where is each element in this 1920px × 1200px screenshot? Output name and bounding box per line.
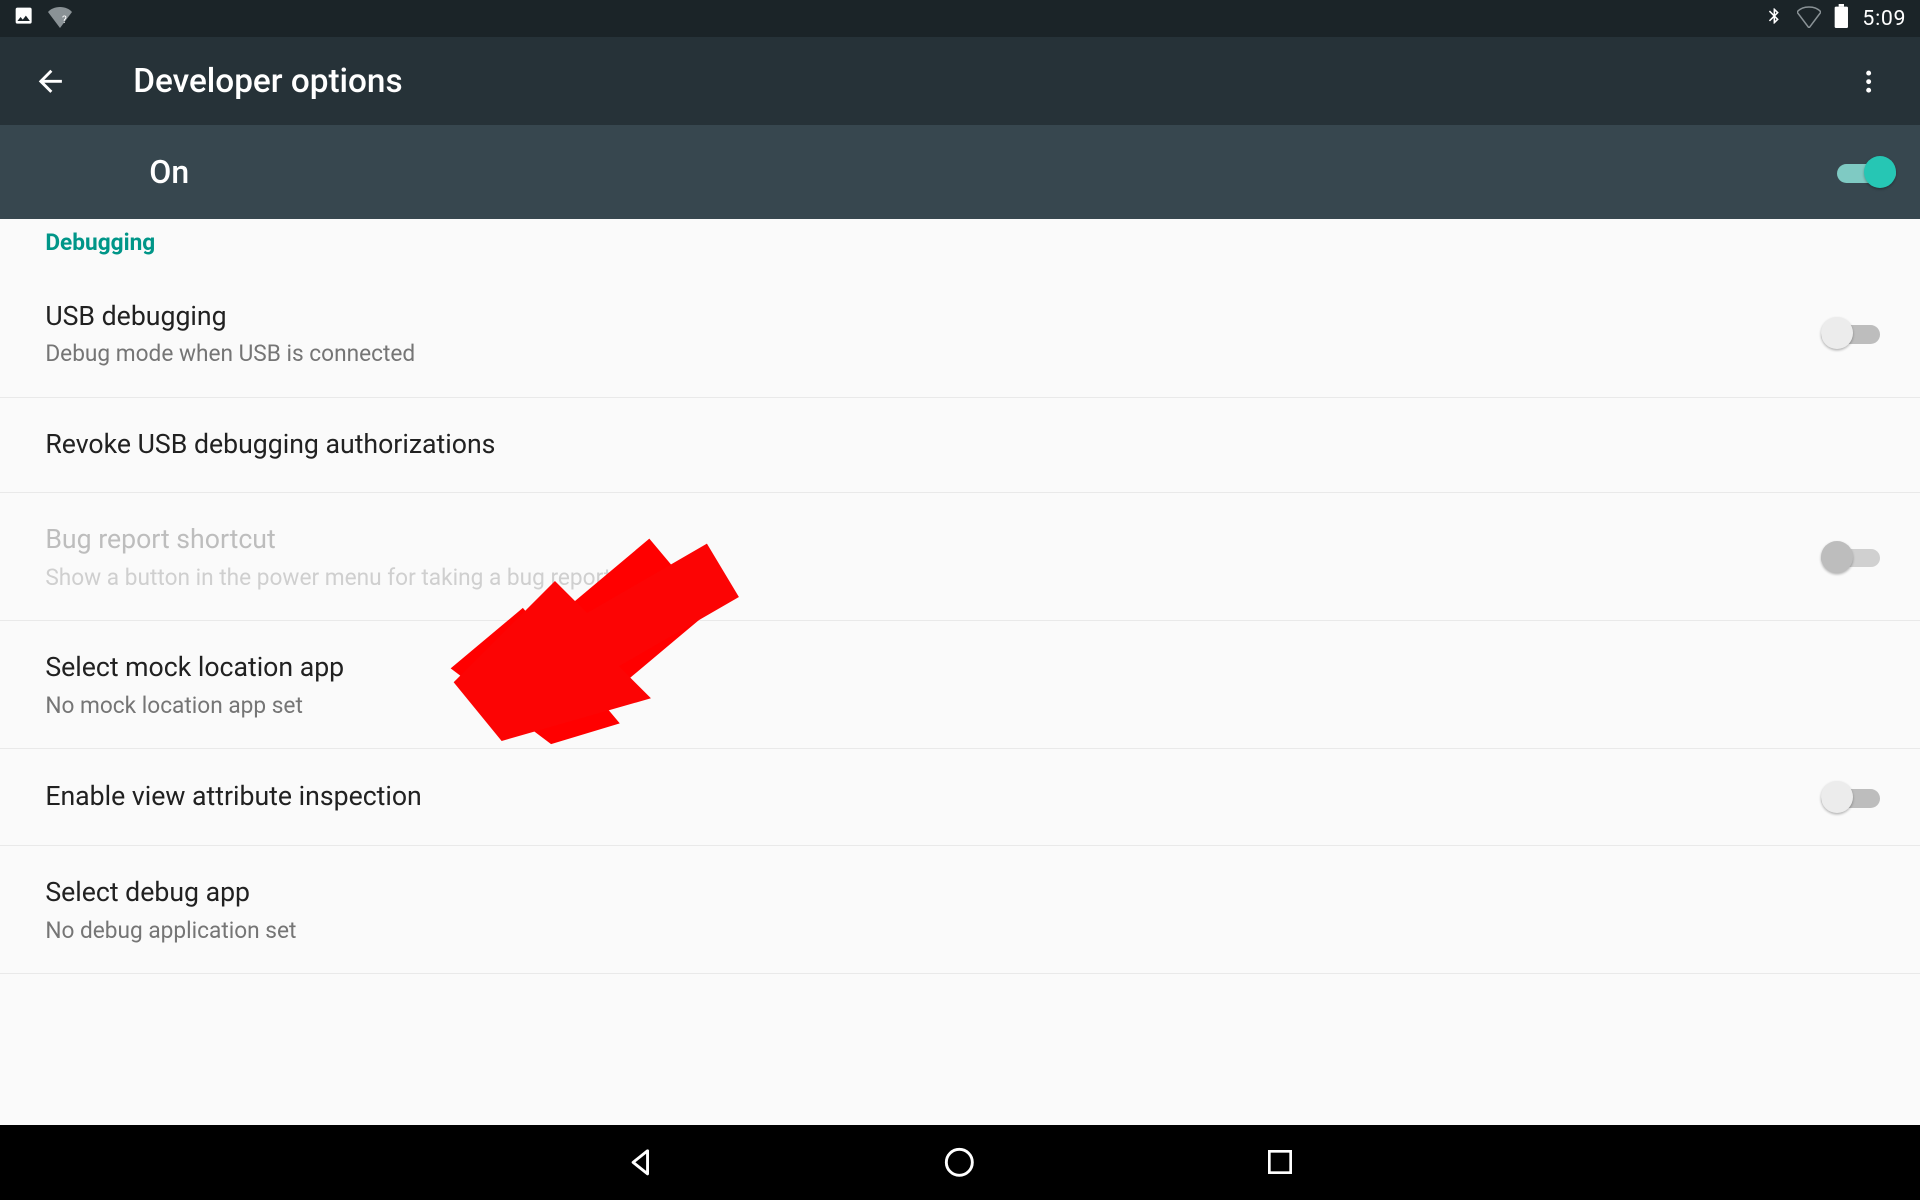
row-usb-debugging[interactable]: USB debugging Debug mode when USB is con… — [0, 270, 1920, 398]
row-title: Bug report shortcut — [45, 522, 1821, 558]
bluetooth-icon — [1765, 4, 1784, 33]
page-title: Developer options — [133, 62, 1837, 101]
status-bar: ? 5:09 — [0, 0, 1920, 37]
back-button[interactable] — [19, 49, 83, 113]
bug-report-switch — [1821, 538, 1880, 575]
row-placeholder — [0, 974, 1920, 1054]
image-icon — [13, 5, 34, 31]
row-view-attr-inspection[interactable]: Enable view attribute inspection — [0, 749, 1920, 846]
navigation-bar — [0, 1125, 1920, 1200]
svg-text:?: ? — [62, 15, 67, 26]
wifi-empty-icon — [1797, 4, 1821, 33]
circle-home-icon — [942, 1145, 977, 1180]
wifi-question-icon: ? — [48, 4, 72, 33]
battery-icon — [1834, 4, 1849, 33]
master-toggle-row[interactable]: On — [0, 125, 1920, 218]
row-title: Select mock location app — [45, 650, 1879, 686]
arrow-back-icon — [33, 64, 68, 99]
row-subtitle: Show a button in the power menu for taki… — [45, 564, 1821, 591]
row-subtitle: No mock location app set — [45, 692, 1879, 719]
section-header-debugging: Debugging — [0, 219, 1920, 270]
usb-debugging-switch[interactable] — [1821, 314, 1880, 351]
action-bar: Developer options — [0, 37, 1920, 125]
master-switch[interactable] — [1837, 153, 1896, 190]
overflow-menu-button[interactable] — [1837, 49, 1901, 113]
square-recents-icon — [1264, 1146, 1296, 1178]
row-select-debug-app[interactable]: Select debug app No debug application se… — [0, 846, 1920, 974]
row-subtitle: No debug application set — [45, 917, 1879, 944]
nav-back-button[interactable] — [613, 1136, 666, 1189]
view-attr-switch[interactable] — [1821, 778, 1880, 815]
more-vert-icon — [1854, 67, 1883, 96]
row-revoke-usb-auth[interactable]: Revoke USB debugging authorizations — [0, 398, 1920, 494]
triangle-back-icon — [623, 1145, 658, 1180]
row-select-mock-location-app[interactable]: Select mock location app No mock locatio… — [0, 621, 1920, 749]
row-title: Revoke USB debugging authorizations — [45, 427, 1879, 463]
row-bug-report-shortcut: Bug report shortcut Show a button in the… — [0, 493, 1920, 621]
row-subtitle: Debug mode when USB is connected — [45, 340, 1821, 367]
row-title: Select debug app — [45, 875, 1879, 911]
status-time: 5:09 — [1862, 6, 1906, 31]
nav-home-button[interactable] — [933, 1136, 986, 1189]
master-toggle-label: On — [149, 153, 1837, 191]
settings-list: Debugging USB debugging Debug mode when … — [0, 219, 1920, 1054]
nav-recents-button[interactable] — [1253, 1136, 1306, 1189]
row-title: Enable view attribute inspection — [45, 779, 1821, 815]
row-title: USB debugging — [45, 299, 1821, 335]
